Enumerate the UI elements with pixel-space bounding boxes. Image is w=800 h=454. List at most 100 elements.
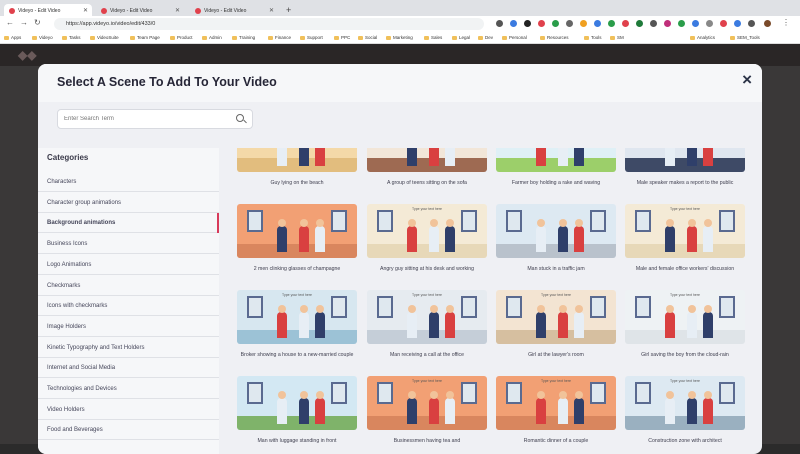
scene-thumbnail[interactable]: [237, 204, 357, 258]
scene-thumbnail[interactable]: Type your text here: [496, 376, 616, 430]
bookmark[interactable]: Finance: [268, 35, 291, 40]
scene-thumbnail[interactable]: [625, 148, 745, 172]
extension-icon[interactable]: [678, 20, 685, 27]
scene-thumbnail[interactable]: Type your text here: [367, 290, 487, 344]
scene-thumbnail[interactable]: Type your text here: [237, 290, 357, 344]
scene-label: Construction zone with architect: [648, 438, 722, 444]
extension-icon[interactable]: [692, 20, 699, 27]
scene-thumbnail[interactable]: Type your text here: [625, 290, 745, 344]
scene-character: [315, 226, 325, 252]
search-box[interactable]: [57, 109, 253, 129]
bookmark[interactable]: VideoSuite: [90, 35, 119, 40]
category-item[interactable]: Kinetic Typography and Text Holders: [38, 338, 219, 358]
scene-thumbnail[interactable]: [496, 148, 616, 172]
bookmark[interactable]: Tools: [584, 35, 602, 40]
category-item[interactable]: Character group animations: [38, 193, 219, 213]
bookmark[interactable]: PPC: [334, 35, 350, 40]
scene-character-head: [316, 391, 324, 399]
scene-thumbnail[interactable]: Type your text here: [496, 290, 616, 344]
bookmark[interactable]: Resources: [540, 35, 569, 40]
scene-character-head: [688, 305, 696, 313]
bookmark[interactable]: Support: [300, 35, 323, 40]
bookmark[interactable]: Tasks: [62, 35, 81, 40]
extension-icon[interactable]: [636, 20, 643, 27]
scene-thumbnail[interactable]: Type your text here: [367, 376, 487, 430]
extension-icon[interactable]: [510, 20, 517, 27]
scene-character-head: [430, 391, 438, 399]
browser-tab-label: Videyo - Edit Video: [204, 8, 247, 14]
extension-icon[interactable]: [734, 20, 741, 27]
scene-thumbnail[interactable]: [496, 204, 616, 258]
scene-character: [299, 148, 309, 166]
scene-character: [665, 148, 675, 166]
category-item[interactable]: Technologies and Devices: [38, 379, 219, 399]
category-item[interactable]: Video Holders: [38, 400, 219, 420]
bookmark[interactable]: Product: [170, 35, 193, 40]
scene-window: [719, 296, 735, 318]
bookmark[interactable]: Social: [358, 35, 377, 40]
extension-icon[interactable]: [608, 20, 615, 27]
scene-thumbnail[interactable]: Type your text here: [367, 204, 487, 258]
extension-icon[interactable]: [538, 20, 545, 27]
extension-icon[interactable]: [720, 20, 727, 27]
modal-header: Select A Scene To Add To Your Video ×: [38, 64, 762, 102]
scene-thumbnail[interactable]: Type your text here: [625, 376, 745, 430]
extension-icon[interactable]: [566, 20, 573, 27]
category-item[interactable]: Logo Animations: [38, 255, 219, 275]
scene-floor: [496, 244, 616, 258]
videyo-favicon-icon: [101, 8, 107, 14]
close-tab-icon[interactable]: ✕: [83, 7, 88, 14]
bookmark[interactable]: Training: [232, 35, 255, 40]
forward-icon[interactable]: →: [20, 18, 28, 27]
bookmark[interactable]: Apps: [4, 35, 21, 40]
new-tab-icon[interactable]: +: [286, 5, 291, 15]
menu-kebab-icon[interactable]: ⋮: [782, 18, 790, 27]
scene-character: [687, 398, 697, 424]
bookmark[interactable]: SM: [610, 35, 624, 40]
category-item[interactable]: Food and Beverages: [38, 420, 219, 441]
search-icon[interactable]: [236, 114, 244, 122]
scene-text-placeholder: Type your text here: [670, 379, 700, 383]
category-item[interactable]: Business Icons: [38, 234, 219, 255]
url-bar[interactable]: https://app.videyo.io/video/edit/433/0: [54, 18, 484, 30]
bookmark[interactable]: SEM_Tools: [730, 35, 760, 40]
extension-icon[interactable]: [496, 20, 503, 27]
bookmark[interactable]: Dev: [478, 35, 493, 40]
scene-thumbnail[interactable]: [237, 148, 357, 172]
bookmark[interactable]: Personal: [502, 35, 527, 40]
back-icon[interactable]: ←: [6, 18, 14, 27]
extension-icon[interactable]: [650, 20, 657, 27]
category-item[interactable]: Checkmarks: [38, 276, 219, 296]
extension-icon[interactable]: [552, 20, 559, 27]
extension-icon[interactable]: [594, 20, 601, 27]
category-item[interactable]: Icons with checkmarks: [38, 296, 219, 317]
scene-thumbnail[interactable]: [237, 376, 357, 430]
extension-icon[interactable]: [664, 20, 671, 27]
bookmark[interactable]: Marketing: [386, 35, 413, 40]
browser-chrome: Videyo - Edit Video ✕ Videyo - Edit Vide…: [0, 0, 800, 44]
search-input[interactable]: [64, 110, 234, 128]
close-tab-icon[interactable]: ✕: [269, 7, 274, 14]
profile-avatar[interactable]: [764, 20, 771, 27]
scene-window: [461, 296, 477, 318]
extension-icon[interactable]: [580, 20, 587, 27]
category-item[interactable]: Characters: [38, 172, 219, 192]
bookmark[interactable]: Analytics: [690, 35, 715, 40]
scene-thumbnail[interactable]: [367, 148, 487, 172]
extension-icon[interactable]: [524, 20, 531, 27]
scene-thumbnail[interactable]: Type your text here: [625, 204, 745, 258]
category-item[interactable]: Internet and Social Media: [38, 358, 219, 379]
bookmark[interactable]: Legal: [452, 35, 470, 40]
bookmark[interactable]: Admin: [202, 35, 222, 40]
close-icon[interactable]: ×: [742, 70, 752, 90]
extension-icon[interactable]: [622, 20, 629, 27]
reload-icon[interactable]: ↻: [34, 18, 41, 27]
bookmark[interactable]: Videyo: [32, 35, 53, 40]
category-item[interactable]: Background animations: [38, 213, 219, 234]
bookmark[interactable]: Team Page: [130, 35, 160, 40]
bookmark[interactable]: Sales: [424, 35, 442, 40]
category-item[interactable]: Image Holders: [38, 317, 219, 337]
close-tab-icon[interactable]: ✕: [175, 7, 180, 14]
extension-icon[interactable]: [748, 20, 755, 27]
extension-icon[interactable]: [706, 20, 713, 27]
